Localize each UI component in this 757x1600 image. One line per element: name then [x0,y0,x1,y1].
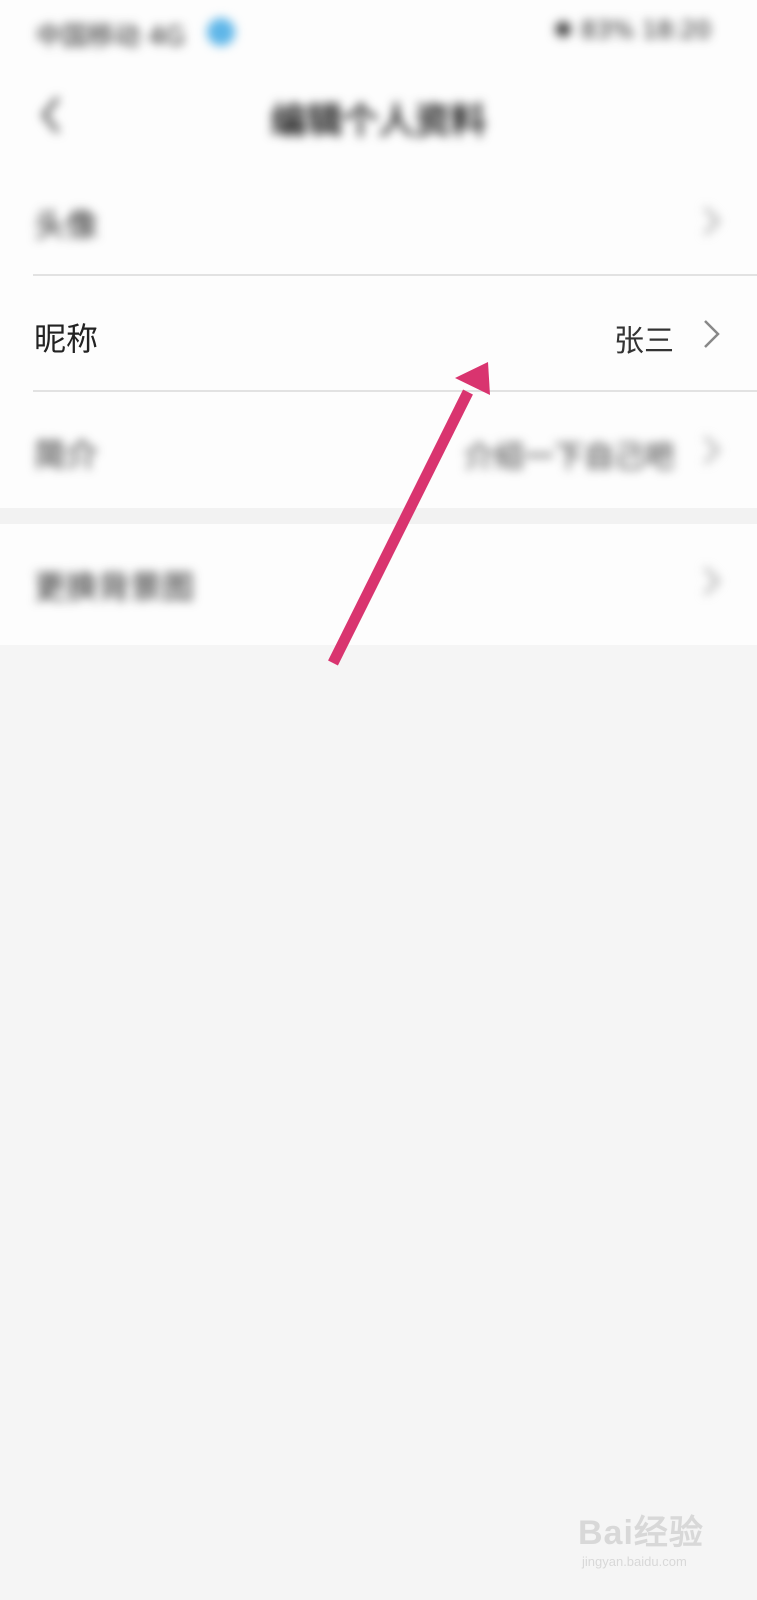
page-title: 编辑个人资料 [270,101,487,142]
watermark-text: Bai经验 [578,1514,704,1552]
carrier-signal: 中国移动 4G [36,22,185,52]
bio-value: 介绍一下自己吧 [464,440,674,475]
bio-row[interactable]: 简介 介绍一下自己吧 [0,392,757,508]
avatar-row[interactable]: 头像 [0,170,757,274]
change-background-row[interactable]: 更换背景图 [0,524,757,634]
watermark-url: jingyan.baidu.com [582,1554,687,1569]
nav-bar: 编辑个人资料 [0,64,757,170]
watermark-logo: Bai经验 jingyan.baidu.com [578,1505,704,1569]
chevron-right-icon [703,566,721,596]
chevron-right-icon [703,435,721,465]
nickname-label: 昵称 [34,320,99,358]
chevron-right-icon [704,320,720,348]
status-bar: 中国移动 4G ✱ 83% 18:20 [0,0,757,64]
notification-icon [207,18,235,46]
nickname-row[interactable]: 昵称 张三 [0,276,757,390]
bio-label: 简介 [34,436,99,474]
change-background-label: 更换背景图 [34,568,195,606]
nickname-value: 张三 [614,324,674,359]
chevron-right-icon [703,206,721,236]
battery-time: ✱ 83% 18:20 [553,16,711,44]
avatar-label: 头像 [34,206,99,244]
section-gap [0,508,757,524]
